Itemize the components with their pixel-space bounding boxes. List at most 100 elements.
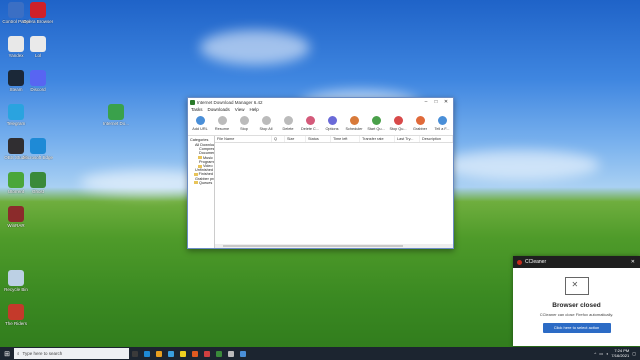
app-icon <box>30 2 46 18</box>
desktop-icon[interactable]: WinRAR <box>1 206 31 228</box>
folder-icon <box>198 156 202 160</box>
desktop-icon[interactable]: Discord <box>23 70 53 92</box>
app-icon <box>240 350 246 357</box>
system-tray: ^ ▭ ◖ 7:24 PM 7/16/2021 ▢ <box>594 348 640 358</box>
folder-icon <box>198 164 202 168</box>
category-item[interactable]: Queues <box>190 181 213 185</box>
ccleaner-notification[interactable]: CCleaner ✕ Browser closed CCleaner can c… <box>513 256 640 346</box>
column-headers: File Name Q Size Status Time left Transfer ra… <box>215 136 453 143</box>
download-list[interactable]: File Name Q Size Status Time left Transfer ra… <box>215 136 453 248</box>
toolbar-button[interactable]: Start Qu... <box>365 113 387 135</box>
taskbar-app[interactable] <box>201 347 213 360</box>
toolbar-button[interactable]: Delete C... <box>299 113 321 135</box>
toolbar-label: Delete <box>282 127 294 131</box>
column-header[interactable]: Q <box>272 136 285 142</box>
taskbar-app[interactable] <box>237 347 249 360</box>
horizontal-scrollbar[interactable] <box>215 244 453 248</box>
toolbar-button[interactable]: Scheduler <box>343 113 365 135</box>
toast-title: Browser closed <box>552 302 601 309</box>
idm-toolbar: Add URL Resume Stop Stop All Delete Delete C.… <box>188 113 453 136</box>
toolbar-button[interactable]: Delete <box>277 113 299 135</box>
toolbar-button[interactable]: Stop Qu... <box>387 113 409 135</box>
desktop-icon[interactable]: Internet Do... <box>101 104 131 126</box>
toolbar-button[interactable]: Resume <box>211 113 233 135</box>
desktop-icon[interactable]: Opera Browser <box>23 2 53 24</box>
app-icon <box>8 2 24 18</box>
app-icon <box>192 350 198 357</box>
network-icon[interactable]: ▭ <box>599 351 603 356</box>
folder-icon <box>194 172 198 176</box>
toast-header: CCleaner ✕ <box>513 256 640 268</box>
search-box[interactable]: ⌕ Type here to search <box>14 348 129 359</box>
desktop-icon-label: Opera Browser <box>23 19 53 24</box>
menu-view[interactable]: View <box>235 107 245 112</box>
idm-window[interactable]: Internet Download Manager 6.42 – □ ✕ Tas… <box>187 97 454 249</box>
app-icon <box>108 104 124 120</box>
taskbar-app[interactable] <box>213 347 225 360</box>
desktop-icon[interactable]: Recycle Bin <box>1 270 31 292</box>
toolbar-icon <box>217 116 227 125</box>
toolbar-button[interactable]: Tell a F... <box>431 113 453 135</box>
toolbar-label: Resume <box>214 127 230 131</box>
column-header[interactable]: Status <box>306 136 331 142</box>
taskbar-app[interactable] <box>177 347 189 360</box>
idm-title: Internet Download Manager 6.42 <box>197 99 263 105</box>
menu-downloads[interactable]: Downloads <box>208 107 230 112</box>
desktop-icon[interactable]: Telegram <box>1 104 31 126</box>
desktop-icon-label: Telegram <box>6 121 26 126</box>
toolbar-icon <box>437 116 447 125</box>
toolbar-label: Options <box>325 127 339 131</box>
column-header[interactable]: Transfer rate <box>360 136 395 142</box>
taskbar-app[interactable] <box>129 347 141 360</box>
taskbar-app[interactable] <box>225 347 237 360</box>
toolbar-icon <box>371 116 381 125</box>
desktop-icon[interactable]: Lol <box>23 36 53 58</box>
tray-chevron-icon[interactable]: ^ <box>594 351 596 356</box>
select-action-button[interactable]: Click here to select action <box>542 323 611 333</box>
desktop-icon[interactable]: Ghost <box>23 172 53 194</box>
toolbar-button[interactable]: Add URL <box>189 113 211 135</box>
column-header[interactable]: Last Try... <box>395 136 420 142</box>
browser-closed-icon <box>564 277 589 295</box>
start-button[interactable]: ⊞ <box>0 347 14 360</box>
taskbar-app[interactable] <box>189 347 201 360</box>
toolbar-icon <box>239 116 249 125</box>
app-icon <box>8 304 24 320</box>
maximize-icon[interactable]: □ <box>431 99 441 105</box>
toolbar-button[interactable]: Stop All <box>255 113 277 135</box>
column-header[interactable]: File Name <box>215 136 272 142</box>
toolbar-button[interactable]: Stop <box>233 113 255 135</box>
toolbar-label: Grabber <box>413 127 427 131</box>
notification-icon[interactable]: ▢ <box>632 351 636 356</box>
desktop-icon[interactable]: Microsoft Edge <box>23 138 53 160</box>
minimize-icon[interactable]: – <box>421 99 431 105</box>
column-header[interactable]: Description <box>420 136 453 142</box>
column-header[interactable]: Time left <box>331 136 360 142</box>
desktop-icon-label: Internet Do... <box>102 121 129 126</box>
app-icon <box>168 350 174 357</box>
toolbar-button[interactable]: Options <box>321 113 343 135</box>
toolbar-icon <box>283 116 293 125</box>
close-icon[interactable]: ✕ <box>441 99 451 105</box>
taskbar-app[interactable] <box>141 347 153 360</box>
taskbar-app[interactable] <box>153 347 165 360</box>
toast-close-icon[interactable]: ✕ <box>631 259 635 265</box>
toolbar-label: Stop All <box>259 127 273 131</box>
taskbar-app[interactable] <box>165 347 177 360</box>
idm-titlebar[interactable]: Internet Download Manager 6.42 – □ ✕ <box>188 98 453 106</box>
toolbar-label: Delete C... <box>301 127 319 131</box>
column-header[interactable]: Size <box>285 136 306 142</box>
scrollbar-thumb[interactable] <box>223 245 403 247</box>
menu-help[interactable]: Help <box>249 107 258 112</box>
toolbar-label: Tell a F... <box>434 127 450 131</box>
volume-icon[interactable]: ◖ <box>606 351 608 356</box>
menu-tasks[interactable]: Tasks <box>191 107 203 112</box>
desktop-icon-label: Ghost <box>31 189 44 194</box>
app-icon <box>30 172 46 188</box>
toolbar-label: Scheduler <box>345 127 363 131</box>
clock[interactable]: 7:24 PM 7/16/2021 <box>611 348 629 358</box>
toolbar-icon <box>261 116 271 125</box>
app-icon <box>30 70 46 86</box>
toolbar-button[interactable]: Grabber <box>409 113 431 135</box>
desktop-icon[interactable]: The Riders <box>1 304 31 326</box>
